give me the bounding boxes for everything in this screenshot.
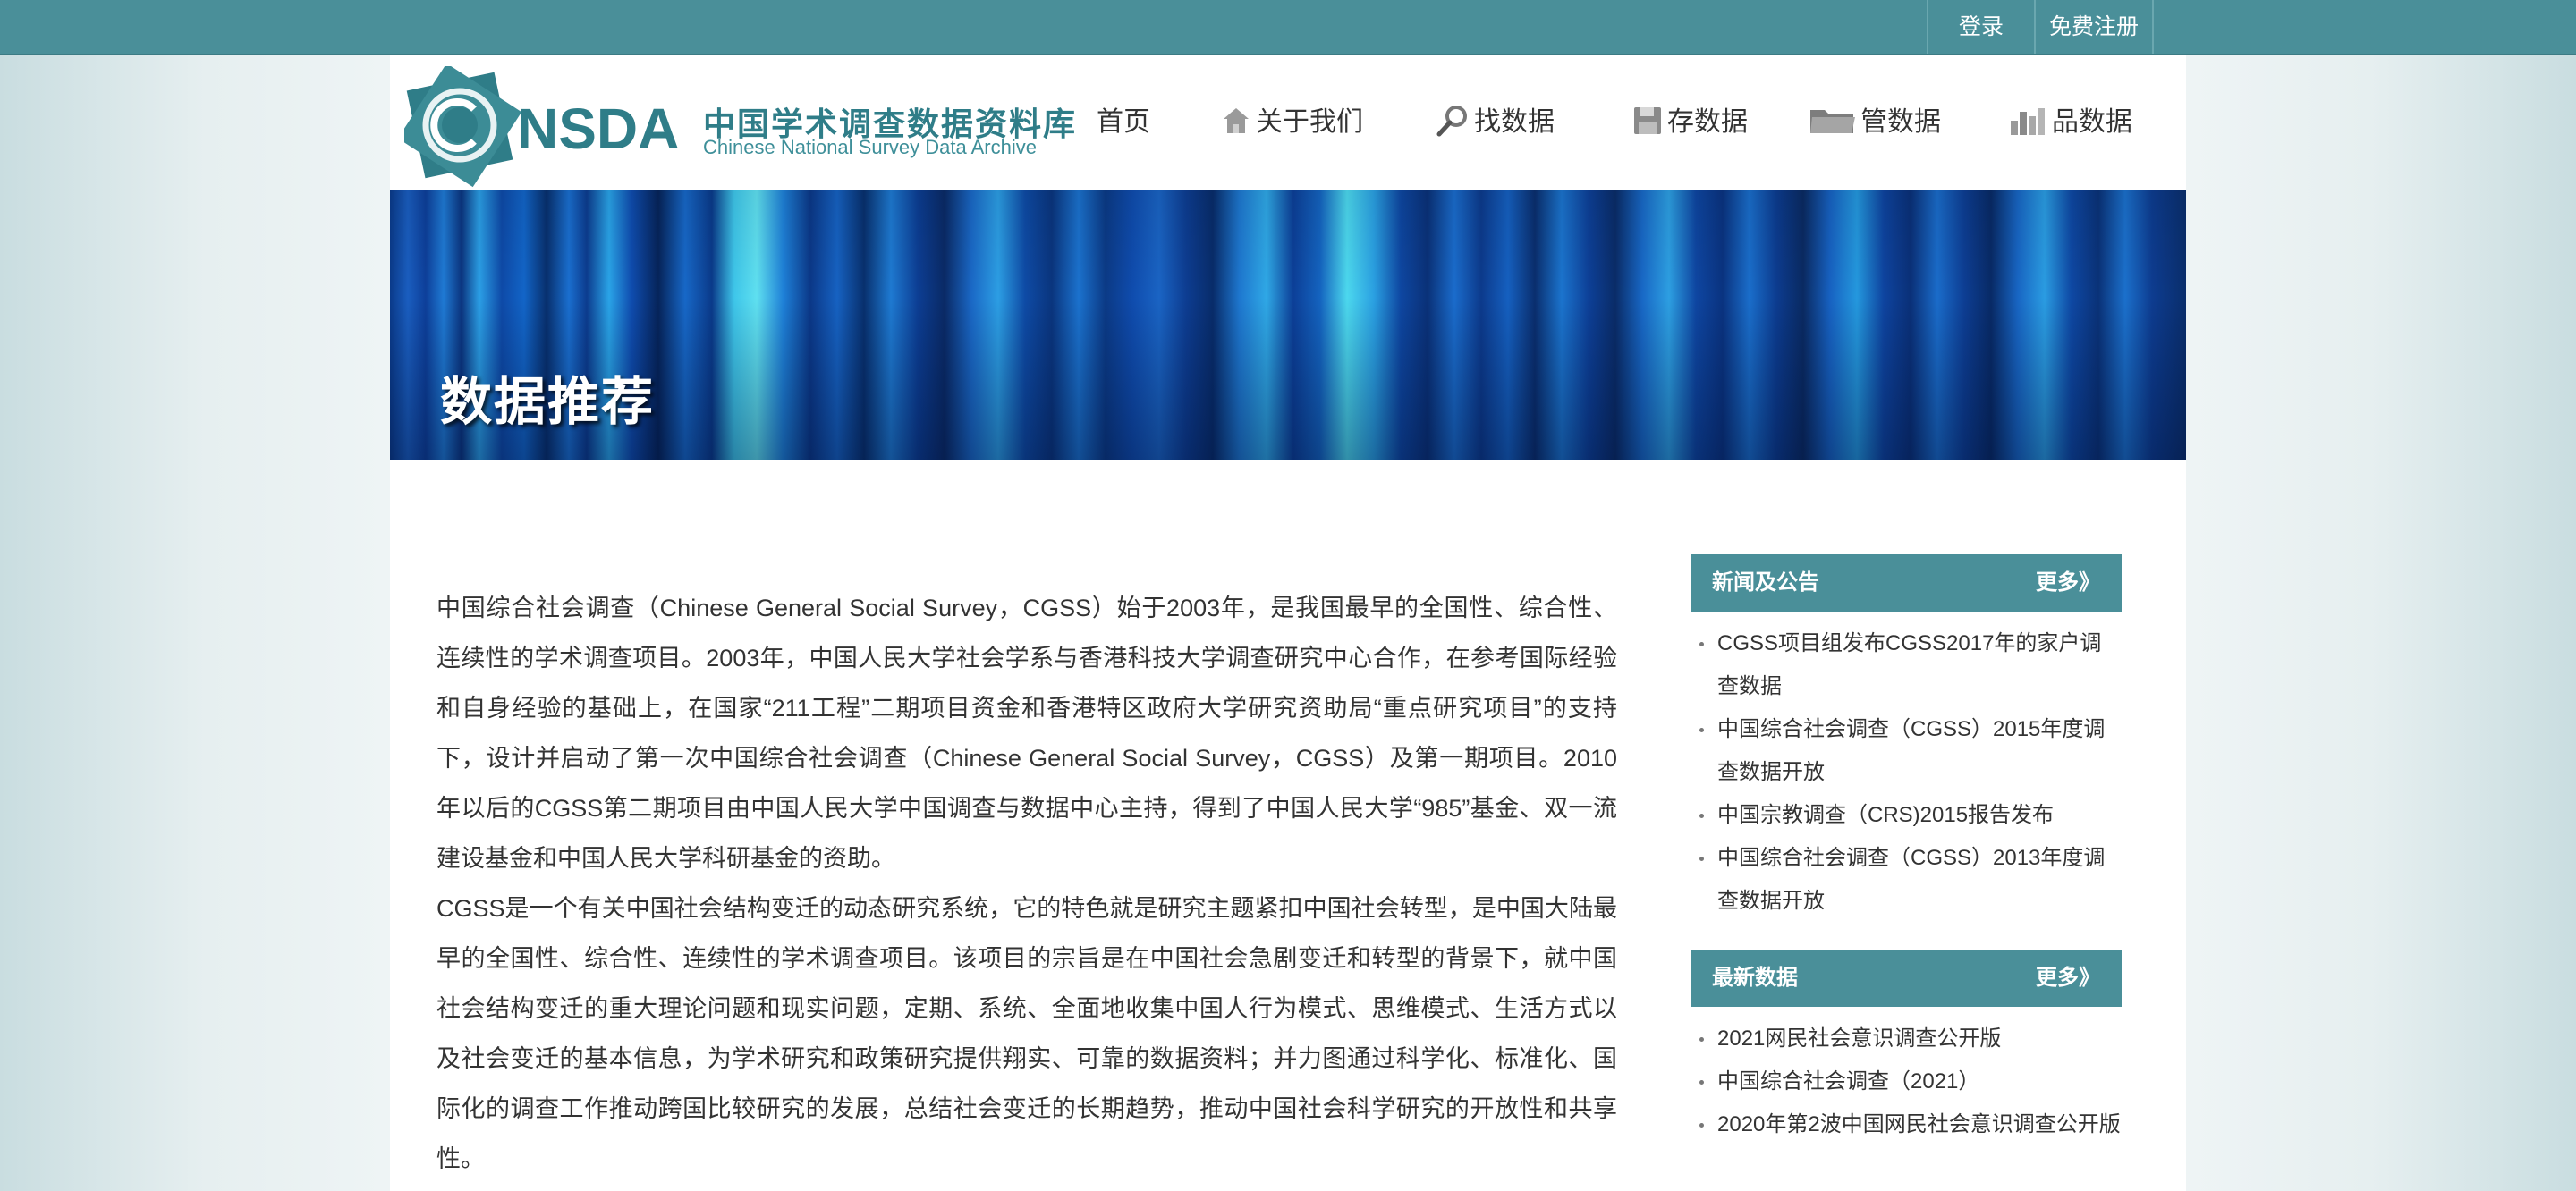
latest-data-item[interactable]: 2021网民社会意识调查公开版 xyxy=(1690,1018,2122,1060)
news-panel-header: 新闻及公告 更多》 xyxy=(1690,554,2122,612)
nav-home[interactable]: 首页 xyxy=(1097,55,1150,190)
bar-chart-icon xyxy=(2011,108,2045,136)
latest-data-item[interactable]: 2020年第2波中国网民社会意识调查公开版 xyxy=(1690,1103,2122,1146)
latest-data-item[interactable]: 中国综合社会调查（2021） xyxy=(1690,1060,2122,1103)
latest-more-link[interactable]: 更多》 xyxy=(2036,950,2100,1007)
latest-data-header: 最新数据 更多》 xyxy=(1690,950,2122,1007)
news-panel: 新闻及公告 更多》 CGSS项目组发布CGSS2017年的家户调查数据 中国综合… xyxy=(1690,554,2122,923)
news-item[interactable]: 中国宗教调查（CRS)2015报告发布 xyxy=(1690,794,2122,837)
nav-store[interactable]: 存数据 xyxy=(1631,55,1748,190)
house-icon xyxy=(1224,108,1249,134)
latest-data-panel: 最新数据 更多》 2021网民社会意识调查公开版 中国综合社会调查（2021） … xyxy=(1690,950,2122,1146)
nav-about[interactable]: 关于我们 xyxy=(1220,55,1363,190)
site-logo[interactable]: NSDA 中国学术调查数据资料库 Chinese National Survey… xyxy=(397,63,1075,188)
article-body: 中国综合社会调查（Chinese General Social Survey，C… xyxy=(436,583,1617,1184)
news-item[interactable]: CGSS项目组发布CGSS2017年的家户调查数据 xyxy=(1690,622,2122,708)
nav-evaluate[interactable]: 品数据 xyxy=(2009,55,2132,190)
nav-evaluate-label: 品数据 xyxy=(2052,107,2132,137)
cnsda-logo-mark: NSDA xyxy=(397,63,679,188)
nav-store-label: 存数据 xyxy=(1667,107,1748,137)
news-item[interactable]: 中国综合社会调查（CGSS）2015年度调查数据开放 xyxy=(1690,708,2122,794)
nav-manage[interactable]: 管数据 xyxy=(1809,55,1941,190)
login-link[interactable]: 登录 xyxy=(1927,0,2034,54)
news-panel-title: 新闻及公告 xyxy=(1712,570,1819,595)
article-paragraph-1: 中国综合社会调查（Chinese General Social Survey，C… xyxy=(436,595,1617,872)
nav-find[interactable]: 找数据 xyxy=(1435,55,1555,190)
news-more-link[interactable]: 更多》 xyxy=(2036,554,2100,612)
logo-mark-text: NSDA xyxy=(517,97,679,161)
news-list: CGSS项目组发布CGSS2017年的家户调查数据 中国综合社会调查（CGSS）… xyxy=(1690,622,2122,923)
folder-icon xyxy=(1810,110,1855,134)
top-bar: 登录 免费注册 xyxy=(0,0,2576,55)
latest-data-title: 最新数据 xyxy=(1712,966,1798,990)
register-link[interactable]: 免费注册 xyxy=(2034,0,2154,54)
floppy-disk-icon xyxy=(1634,107,1661,135)
page-container: NSDA 中国学术调查数据资料库 Chinese National Survey… xyxy=(390,55,2186,1191)
news-item[interactable]: 中国综合社会调查（CGSS）2013年度调查数据开放 xyxy=(1690,837,2122,923)
hero-banner: 数据推荐 xyxy=(390,190,2186,460)
nav-manage-label: 管数据 xyxy=(1860,107,1941,137)
logo-english-name: Chinese National Survey Data Archive xyxy=(703,136,1037,158)
nav-find-label: 找数据 xyxy=(1474,107,1555,137)
magnifier-icon xyxy=(1436,106,1467,137)
article-paragraph-2: CGSS是一个有关中国社会结构变迁的动态研究系统，它的特色就是研究主题紧扣中国社… xyxy=(436,895,1617,1172)
banner-title: 数据推荐 xyxy=(440,373,656,431)
nav-about-label: 关于我们 xyxy=(1256,107,1363,137)
latest-data-list: 2021网民社会意识调查公开版 中国综合社会调查（2021） 2020年第2波中… xyxy=(1690,1018,2122,1146)
